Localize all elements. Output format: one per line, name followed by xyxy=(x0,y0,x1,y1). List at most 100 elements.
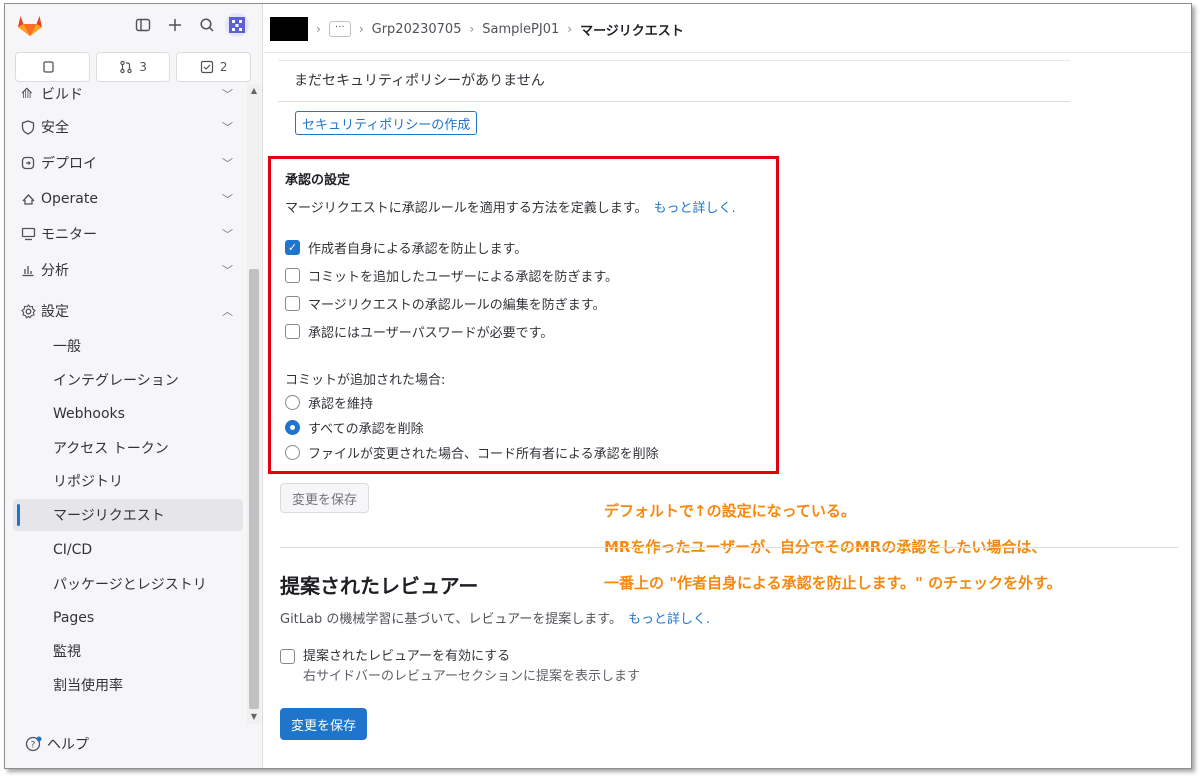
approval-learn-more-link[interactable]: もっと詳しく. xyxy=(653,201,735,216)
commit-added-heading: コミットが追加された場合: xyxy=(285,373,446,388)
sidebar-item-cicd[interactable]: CI/CD xyxy=(13,534,243,566)
sidebar-nav: ⟰ ビルド ﹀ 安全 ﹀ デプロイ ﹀ Operate ﹀ モニター ﹀ 分析 … xyxy=(5,84,263,724)
sidebar-item-repository[interactable]: リポジトリ xyxy=(13,465,243,497)
checkbox-unchecked-icon[interactable] xyxy=(285,295,300,311)
checkbox-unchecked-icon[interactable] xyxy=(285,267,300,283)
nav-analytics-label: 分析 xyxy=(41,263,69,279)
breadcrumb-more-button[interactable]: ··· xyxy=(328,21,351,37)
sidebar-item-access-tokens[interactable]: アクセス トークン xyxy=(13,432,243,464)
merge-requests-counter[interactable]: 3 xyxy=(95,52,171,82)
search-icon[interactable] xyxy=(197,15,217,35)
nav-analytics[interactable]: 分析 ﹀ xyxy=(13,254,243,286)
nav-build-label: ビルド xyxy=(41,87,83,103)
nav-operate-label: Operate xyxy=(41,191,98,207)
scroll-up-arrow-icon[interactable]: ▲ xyxy=(247,84,261,98)
radio-selected-icon[interactable] xyxy=(285,419,300,435)
radio-remove-all-approvals[interactable]: すべての承認を削除 xyxy=(285,417,424,437)
sidebar-item-label: アクセス トークン xyxy=(53,441,169,457)
radio-remove-code-owner-approvals[interactable]: ファイルが変更された場合、コード所有者による承認を削除 xyxy=(285,442,659,462)
annotation-line-3: 一番上の "作者自身による承認を防止します。" のチェックを外す。 xyxy=(604,574,1062,592)
checkbox-checked-icon[interactable]: ✓ xyxy=(285,239,300,255)
sidebar-scrollbar[interactable]: ▲ ▼ xyxy=(247,84,261,724)
checkbox-label: コミットを追加したユーザーによる承認を防ぎます。 xyxy=(308,269,619,285)
checkbox-unchecked-icon[interactable] xyxy=(285,323,300,339)
sidebar-item-label: 一般 xyxy=(53,339,81,355)
section-divider xyxy=(280,547,1178,548)
chevron-down-icon: ﹀ xyxy=(222,121,233,134)
plus-icon[interactable] xyxy=(165,15,185,35)
nav-monitor[interactable]: モニター ﹀ xyxy=(13,218,243,250)
window-frame: 3 2 ⟰ ビルド ﹀ 安全 ﹀ デプロイ ﹀ Operate ﹀ モニター ﹀… xyxy=(4,3,1192,769)
radio-unselected-icon[interactable] xyxy=(285,444,300,460)
help-button[interactable]: ? ヘルプ xyxy=(25,734,89,754)
checkbox-prevent-author-approval[interactable]: ✓ 作成者自身による承認を防止します。 xyxy=(285,237,527,257)
chevron-down-icon: ﹀ xyxy=(222,228,233,241)
sidebar-item-webhooks[interactable]: Webhooks xyxy=(13,398,243,430)
scroll-down-arrow-icon[interactable]: ▼ xyxy=(247,710,261,724)
radio-label: 承認を維持 xyxy=(308,396,374,412)
todos-count: 2 xyxy=(219,60,228,74)
checkbox-prevent-committer-approval[interactable]: コミットを追加したユーザーによる承認を防ぎます。 xyxy=(285,265,618,285)
todos-counter[interactable]: 2 xyxy=(176,52,252,82)
nav-monitor-label: モニター xyxy=(41,227,97,243)
redacted-group-name[interactable] xyxy=(270,17,308,41)
sidebar-item-monitoring[interactable]: 監視 xyxy=(13,635,243,667)
sidebar-item-packages-registries[interactable]: パッケージとレジストリ xyxy=(13,568,243,600)
chart-icon xyxy=(13,263,41,277)
main-content: › ··· › Grp20230705 › SamplePJ01 › マージリク… xyxy=(264,4,1191,768)
chevron-down-icon: ﹀ xyxy=(222,157,233,170)
sidebar: 3 2 ⟰ ビルド ﹀ 安全 ﹀ デプロイ ﹀ Operate ﹀ モニター ﹀… xyxy=(5,4,263,768)
checkbox-unchecked-icon[interactable] xyxy=(280,649,295,664)
gitlab-logo-icon[interactable] xyxy=(17,13,43,37)
checkbox-prevent-rule-edit[interactable]: マージリクエストの承認ルールの編集を防ぎます。 xyxy=(285,293,605,313)
annotation-line-1: デフォルトで↑の設定になっている。 xyxy=(604,502,856,520)
reviewers-learn-more-link[interactable]: もっと詳しく. xyxy=(628,612,710,627)
sidebar-item-merge-requests[interactable]: マージリクエスト xyxy=(13,499,243,531)
sidebar-item-integrations[interactable]: インテグレーション xyxy=(13,364,243,396)
radio-keep-approvals[interactable]: 承認を維持 xyxy=(285,392,373,412)
breadcrumb: › ··· › Grp20230705 › SamplePJ01 › マージリク… xyxy=(270,16,684,42)
sidebar-item-label: パッケージとレジストリ xyxy=(53,577,207,593)
breadcrumb-project[interactable]: SamplePJ01 xyxy=(482,22,559,37)
approval-description-text: マージリクエストに承認ルールを適用する方法を定義します。 xyxy=(285,201,648,216)
checkbox-require-password[interactable]: 承認にはユーザーパスワードが必要です。 xyxy=(285,321,553,341)
breadcrumb-group[interactable]: Grp20230705 xyxy=(372,22,462,37)
sidebar-item-general[interactable]: 一般 xyxy=(13,330,243,362)
create-security-policy-button[interactable]: セキュリティポリシーの作成 xyxy=(295,111,478,135)
todo-icon xyxy=(200,60,213,74)
merge-request-icon xyxy=(120,60,132,74)
breadcrumb-separator-icon: › xyxy=(316,22,321,36)
deploy-icon xyxy=(13,156,41,170)
nav-operate[interactable]: Operate ﹀ xyxy=(13,183,243,215)
avatar[interactable] xyxy=(225,13,249,37)
counter-bar: 3 2 xyxy=(15,52,252,82)
scrollbar-thumb[interactable] xyxy=(249,269,259,709)
suggested-reviewers-description: GitLab の機械学習に基づいて、レビュアーを提案します。 もっと詳しく. xyxy=(280,608,710,627)
rocket-icon: ⟰ xyxy=(21,86,33,102)
breadcrumb-separator-icon: › xyxy=(358,22,364,36)
nav-security[interactable]: 安全 ﹀ xyxy=(13,111,243,143)
chevron-down-icon: ﹀ xyxy=(222,193,233,206)
radio-unselected-icon[interactable] xyxy=(285,394,300,410)
approval-settings-description: マージリクエストに承認ルールを適用する方法を定義します。 もっと詳しく. xyxy=(285,197,736,216)
sidebar-item-label: リポジトリ xyxy=(53,474,123,490)
breadcrumb-current[interactable]: マージリクエスト xyxy=(580,20,684,39)
checkbox-enable-suggested-reviewers[interactable]: 提案されたレビュアーを有効にする 右サイドバーのレビュアーセクションに提案を表示… xyxy=(280,647,640,687)
sidebar-item-label: インテグレーション xyxy=(53,373,179,389)
save-reviewers-settings-button[interactable]: 変更を保存 xyxy=(280,708,368,740)
sidebar-toggle-icon[interactable] xyxy=(133,15,153,35)
merge-requests-count: 3 xyxy=(139,60,147,74)
issues-counter[interactable] xyxy=(15,52,90,82)
sidebar-item-usage-quotas[interactable]: 割当使用率 xyxy=(13,669,243,701)
svg-text:?: ? xyxy=(31,741,36,751)
nav-settings[interactable]: 設定 ︿ xyxy=(13,295,243,327)
gear-icon xyxy=(13,303,41,319)
nav-build[interactable]: ⟰ ビルド ﹀ xyxy=(13,84,243,110)
sidebar-item-pages[interactable]: Pages xyxy=(13,602,243,634)
nav-deploy[interactable]: デプロイ ﹀ xyxy=(13,147,243,179)
header-divider xyxy=(264,52,1191,53)
sidebar-item-label: Pages xyxy=(53,610,95,626)
sidebar-item-label: 監視 xyxy=(53,644,81,660)
sidebar-header xyxy=(5,4,263,48)
save-approval-settings-button[interactable]: 変更を保存 xyxy=(280,483,370,513)
